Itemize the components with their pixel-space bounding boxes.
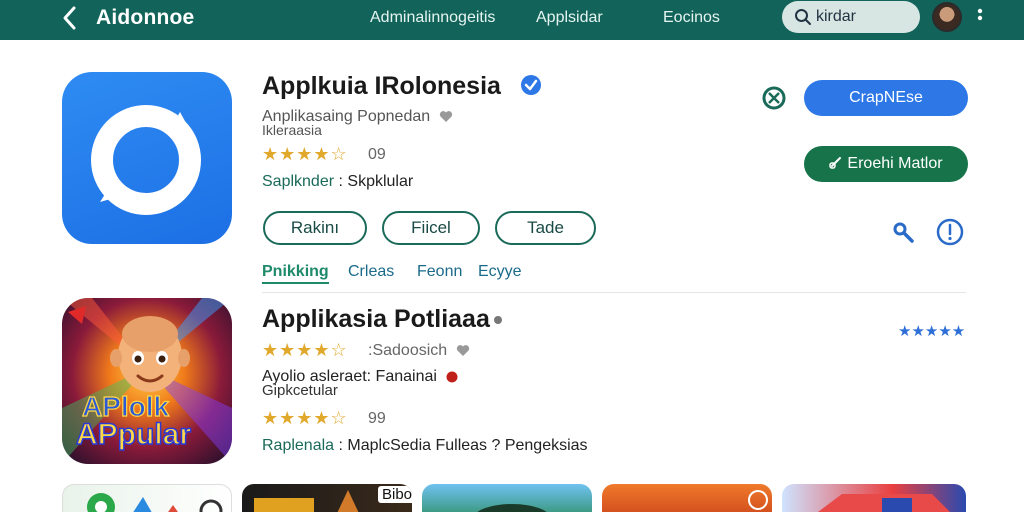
share-wheel-icon[interactable]: [762, 86, 786, 110]
info-icon[interactable]: [936, 218, 964, 246]
top-app-bar: Aidonnoe Adminalinnogeitis Applsidar Eoc…: [0, 0, 1024, 40]
app-category: Saplknder : Skpklular: [262, 173, 413, 191]
rating-label: :Sadoosich: [368, 342, 470, 360]
rating-value: 09: [368, 146, 386, 163]
red-heart-icon: [446, 371, 458, 383]
thumbnail-art-icon: [87, 493, 223, 512]
open-link-button[interactable]: Eroehi Matlor: [804, 146, 968, 182]
category-sep: :: [338, 437, 343, 454]
category-sep: :: [338, 173, 343, 190]
star-rating: ★★★★☆: [262, 144, 348, 164]
app2-category: Raplenala : MaplcSedia Fulleas ? Pengeks…: [262, 437, 588, 455]
app-title: Aidonnoe: [96, 6, 195, 29]
app-thumbnail[interactable]: [62, 484, 232, 512]
thumbnail-art-icon: [748, 490, 768, 510]
avatar[interactable]: [932, 2, 962, 32]
heart-icon[interactable]: [439, 110, 453, 123]
tab-crleas[interactable]: Crleas: [348, 263, 394, 281]
dot-icon: [493, 316, 502, 325]
rating-label-text: :Sadoosich: [368, 342, 448, 359]
chip-tade[interactable]: Tade: [495, 211, 596, 245]
star-rating: ★★★★☆: [262, 408, 348, 428]
heart-icon[interactable]: [456, 344, 470, 357]
rating-value: 99: [368, 410, 386, 427]
chip-fiicel[interactable]: Fiicel: [382, 211, 480, 245]
category-key: Raplenala: [262, 437, 335, 454]
app-subtitle-secondary: Ikleraasia: [262, 122, 322, 138]
app-thumbnail[interactable]: [782, 484, 966, 512]
tab-pnikking[interactable]: Pnikking: [262, 263, 329, 284]
app-thumbnail[interactable]: [602, 484, 772, 512]
app-icon-chat[interactable]: [62, 72, 232, 244]
icon-text-bottom: APpular: [76, 418, 191, 451]
app2-subtitle-secondary: Gipkcetular: [262, 382, 338, 399]
thumbnail-art-icon: [818, 494, 950, 512]
nav-item-eocinos[interactable]: Eocinos: [663, 9, 720, 27]
divider: [262, 292, 966, 293]
search-input[interactable]: [816, 7, 912, 27]
link-icon: [829, 157, 842, 169]
verified-badge-icon: [521, 75, 541, 95]
app-title-primary: Applkuia IRolonesia: [262, 72, 501, 100]
search-icon: [795, 9, 811, 25]
nav-item-applsidar[interactable]: Applsidar: [536, 9, 603, 27]
search-box[interactable]: [782, 1, 920, 33]
category-value: Skpklular: [347, 173, 414, 190]
star-rating-right: ★★★★★: [898, 323, 966, 340]
app-thumbnail[interactable]: Bibonsys: [242, 484, 412, 512]
chevron-left-icon[interactable]: [58, 4, 82, 32]
thumbnail-label: Bibonsys: [378, 486, 412, 503]
chat-bubble-icon: [91, 105, 201, 215]
nav-item-admin[interactable]: Adminalinnogeitis: [370, 9, 495, 27]
category-key: Saplknder: [262, 173, 335, 190]
vertical-dots-icon[interactable]: [972, 6, 988, 28]
star-rating: ★★★★☆: [262, 340, 348, 360]
tab-feonn[interactable]: Feonn: [417, 263, 462, 281]
app2-title-text: Applikasia Potliaaa: [262, 305, 490, 333]
category-value: MaplcSedia Fulleas ? Pengeksias: [347, 437, 588, 454]
app-title-secondary: Applikasia Potliaaa: [262, 305, 502, 334]
share-icon[interactable]: [892, 220, 918, 246]
thumbnail-art-icon: [477, 504, 547, 512]
install-button[interactable]: CrapNEse: [804, 80, 968, 116]
chip-rakini[interactable]: Rakinı: [263, 211, 367, 245]
open-link-label: Eroehi Matlor: [847, 155, 943, 172]
app-icon-game[interactable]: APlolk APpular: [62, 298, 232, 464]
game-artwork-icon: APlolk APpular: [62, 298, 232, 464]
tab-ecyye[interactable]: Ecyye: [478, 263, 522, 281]
app-thumbnail[interactable]: [422, 484, 592, 512]
